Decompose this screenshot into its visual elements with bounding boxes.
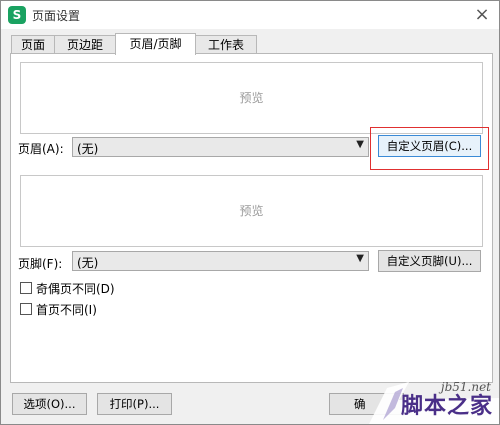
first-page-label: 首页不同(I)	[36, 303, 97, 317]
title-bar: S 页面设置 ×	[1, 1, 499, 29]
header-label: 页眉(A):	[18, 142, 64, 156]
tab-sheet[interactable]: 工作表	[195, 35, 257, 54]
page-setup-dialog: S 页面设置 × 页面 页边距 页眉/页脚 工作表 预览 页眉(A): (无) …	[0, 0, 500, 425]
print-button[interactable]: 打印(P)...	[97, 393, 172, 415]
first-page-checkbox[interactable]	[20, 303, 32, 315]
options-button[interactable]: 选项(O)...	[12, 393, 87, 415]
header-preview-text: 预览	[239, 91, 264, 105]
footer-select-value: (无)	[77, 256, 99, 270]
site-watermark: jb51.net 脚本之家	[369, 380, 499, 424]
dropdown-arrow-icon: ▼	[356, 139, 364, 150]
window-title: 页面设置	[32, 9, 81, 23]
footer-label: 页脚(F):	[18, 257, 63, 271]
header-select-value: (无)	[77, 142, 99, 156]
tab-header-footer[interactable]: 页眉/页脚	[115, 33, 196, 55]
header-select[interactable]: (无) ▼	[72, 137, 369, 157]
highlight-frame	[370, 127, 489, 170]
dropdown-arrow-icon: ▼	[356, 253, 364, 264]
app-icon: S	[8, 6, 26, 24]
watermark-name: 脚本之家	[400, 393, 493, 419]
odd-even-label: 奇偶页不同(D)	[36, 282, 115, 296]
tab-margins[interactable]: 页边距	[54, 35, 116, 54]
footer-preview: 预览	[20, 175, 483, 247]
header-preview: 预览	[20, 62, 483, 134]
footer-select[interactable]: (无) ▼	[72, 251, 369, 271]
odd-even-checkbox[interactable]	[20, 282, 32, 294]
custom-footer-button[interactable]: 自定义页脚(U)...	[378, 250, 481, 272]
tab-panel: 预览 页眉(A): (无) ▼ 自定义页眉(C)... 预览 页脚(F): (无…	[10, 53, 493, 383]
close-icon[interactable]: ×	[469, 3, 495, 27]
footer-preview-text: 预览	[239, 204, 264, 218]
tab-page[interactable]: 页面	[11, 35, 55, 54]
